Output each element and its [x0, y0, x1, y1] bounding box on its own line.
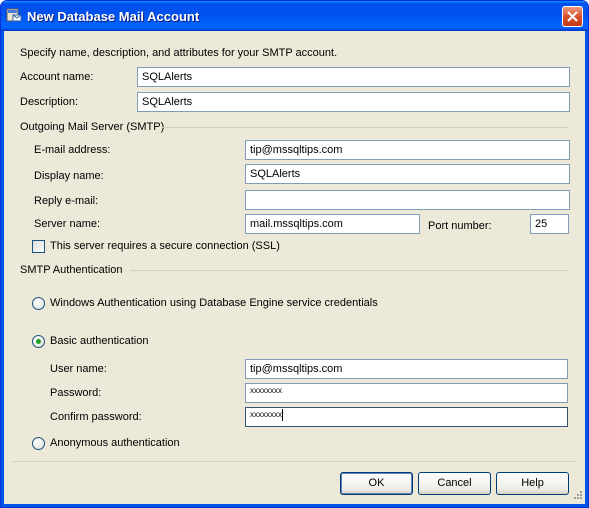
- account-name-input[interactable]: [137, 67, 570, 87]
- ok-button[interactable]: OK: [340, 472, 413, 495]
- password-label: Password:: [50, 387, 102, 399]
- smtp-group-divider: [162, 127, 569, 128]
- window-title: New Database Mail Account: [27, 9, 200, 24]
- ssl-checkbox[interactable]: [32, 240, 45, 253]
- intro-text: Specify name, description, and attribute…: [20, 47, 338, 59]
- port-number-label: Port number:: [428, 220, 492, 232]
- password-value: xxxxxxxx: [250, 386, 282, 395]
- user-name-label: User name:: [50, 363, 107, 375]
- smtp-auth-group-divider: [130, 270, 569, 271]
- cancel-button[interactable]: Cancel: [418, 472, 491, 495]
- windows-auth-label[interactable]: Windows Authentication using Database En…: [50, 297, 378, 310]
- confirm-password-input[interactable]: xxxxxxxx: [245, 407, 568, 427]
- buttons-divider: [12, 461, 577, 462]
- text-cursor: [282, 408, 283, 421]
- help-button[interactable]: Help: [496, 472, 569, 495]
- title-bar[interactable]: New Database Mail Account: [1, 1, 588, 31]
- display-name-label: Display name:: [34, 170, 104, 182]
- close-button[interactable]: [562, 6, 583, 27]
- smtp-group-label: Outgoing Mail Server (SMTP): [20, 121, 165, 133]
- description-label: Description:: [20, 96, 79, 108]
- confirm-password-value: xxxxxxxx: [250, 410, 282, 419]
- anonymous-auth-label[interactable]: Anonymous authentication: [50, 437, 180, 450]
- dialog-window: New Database Mail Account Specify name, …: [0, 0, 589, 508]
- description-input[interactable]: [137, 92, 570, 112]
- port-number-input[interactable]: [530, 214, 569, 234]
- close-icon: [567, 11, 578, 22]
- confirm-password-label: Confirm password:: [50, 411, 142, 423]
- account-name-label: Account name:: [20, 71, 94, 83]
- smtp-auth-group-label: SMTP Authentication: [20, 264, 123, 276]
- email-address-input[interactable]: [245, 140, 570, 160]
- dialog-client-area: Specify name, description, and attribute…: [4, 31, 585, 504]
- windows-auth-radio[interactable]: [32, 297, 45, 310]
- radio-selected-dot: [36, 339, 41, 344]
- resize-grip-icon[interactable]: [571, 490, 583, 502]
- reply-email-label: Reply e-mail:: [34, 195, 99, 207]
- anonymous-auth-radio[interactable]: [32, 437, 45, 450]
- server-name-input[interactable]: [245, 214, 420, 234]
- basic-auth-radio[interactable]: [32, 335, 45, 348]
- database-mail-icon: [6, 8, 22, 22]
- window-frame-bottom: [1, 504, 588, 507]
- display-name-input[interactable]: [245, 164, 570, 184]
- user-name-input[interactable]: [245, 359, 568, 379]
- ssl-checkbox-label[interactable]: This server requires a secure connection…: [50, 240, 280, 253]
- password-input[interactable]: xxxxxxxx: [245, 383, 568, 403]
- server-name-label: Server name:: [34, 218, 101, 230]
- window-frame-right: [585, 31, 588, 507]
- email-address-label: E-mail address:: [34, 144, 111, 156]
- basic-auth-label[interactable]: Basic authentication: [50, 335, 148, 348]
- reply-email-input[interactable]: [245, 190, 570, 210]
